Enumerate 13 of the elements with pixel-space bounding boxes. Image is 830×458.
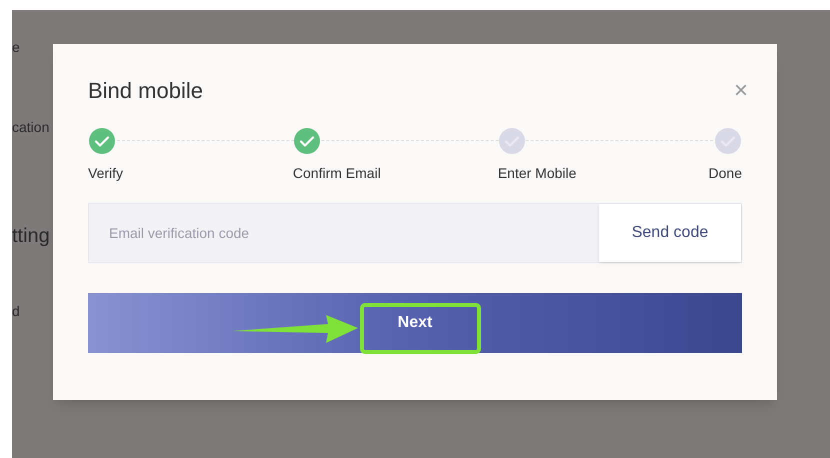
page-label: tting (12, 226, 50, 246)
step-label: Enter Mobile (498, 164, 576, 183)
step-label: Verify (88, 164, 124, 183)
dialog-title: Bind mobile (88, 77, 203, 105)
page-label: cation (12, 120, 50, 134)
step-label: Done (708, 164, 742, 183)
page-label: d (12, 304, 20, 318)
page-label: e (12, 40, 20, 54)
next-button[interactable]: Next (88, 293, 742, 353)
check-icon (292, 127, 321, 155)
check-icon (88, 127, 116, 155)
step-label: Confirm Email (292, 164, 381, 183)
check-icon (714, 127, 742, 155)
